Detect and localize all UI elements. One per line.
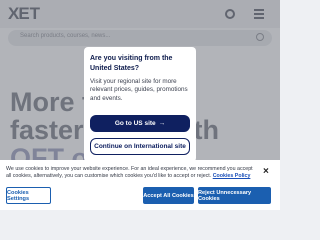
go-to-us-site-label: Go to US site	[114, 120, 156, 127]
continue-international-button[interactable]: Continue on International site	[90, 138, 190, 155]
modal-title: Are you visiting from the United States?	[90, 55, 173, 72]
continue-international-label: Continue on International site	[94, 143, 186, 150]
cookies-policy-link[interactable]: Cookies Policy	[213, 173, 251, 179]
cookie-message: We use cookies to improve your website e…	[6, 166, 256, 180]
reject-unnecessary-cookies-button[interactable]: Reject Unnecessary Cookies	[198, 187, 271, 204]
cookies-settings-button[interactable]: Cookies Settings	[6, 187, 51, 204]
region-modal: Are you visiting from the United States?…	[84, 47, 196, 162]
close-icon[interactable]: ×	[263, 167, 269, 177]
go-to-us-site-button[interactable]: Go to US site →	[90, 115, 190, 132]
modal-body: Visit your regional site for more releva…	[90, 78, 188, 102]
accept-all-cookies-button[interactable]: Accept All Cookies	[143, 187, 194, 204]
arrow-right-icon: →	[158, 120, 166, 127]
